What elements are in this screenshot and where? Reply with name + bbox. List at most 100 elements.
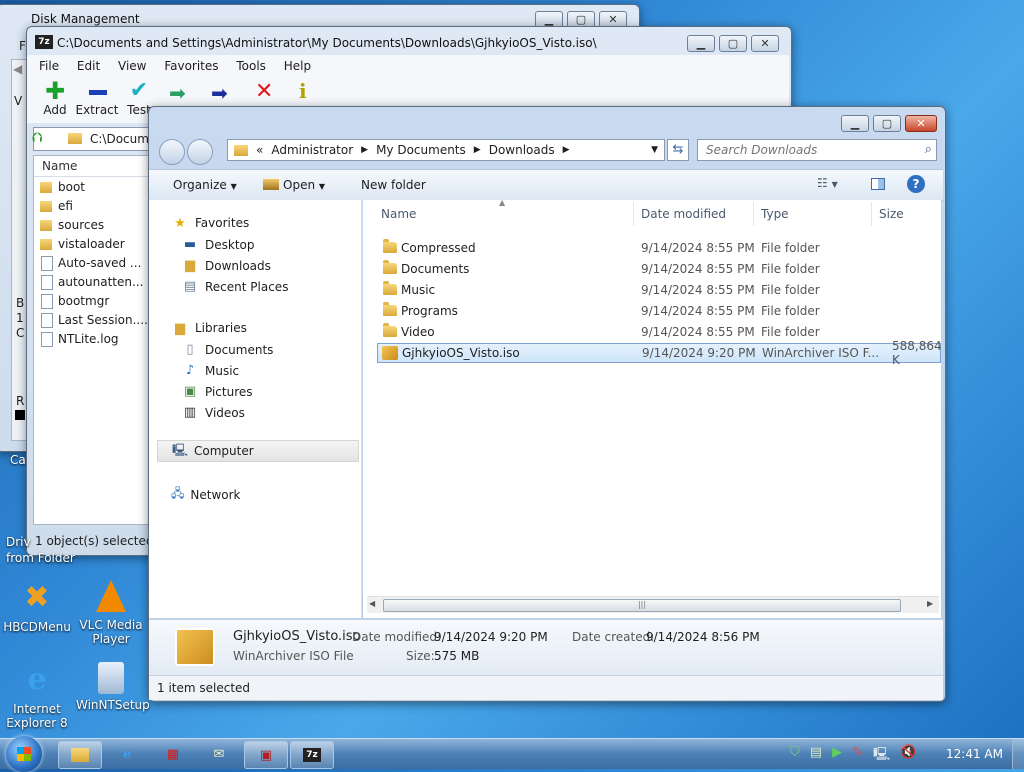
menu-view[interactable]: View (118, 59, 146, 73)
list-item[interactable]: sources (34, 216, 150, 235)
taskbar-explorer-button[interactable] (58, 741, 102, 769)
nav-music[interactable]: ♪ Music (171, 360, 361, 381)
add-button[interactable]: ✚ Add (39, 79, 71, 117)
list-item[interactable]: Auto-saved ... (34, 254, 150, 273)
security-shield-icon[interactable]: ⛉ (790, 745, 800, 767)
maximize-button[interactable]: ▢ (873, 115, 901, 132)
table-row[interactable]: Compressed 9/14/2024 8:55 PM File folder (377, 238, 941, 258)
copy-arrow-icon[interactable]: ➡ (169, 81, 186, 105)
type-column-header[interactable]: Type (761, 202, 789, 226)
up-folder-icon[interactable]: ⮉ (32, 130, 43, 146)
move-arrow-icon[interactable]: ➡ (211, 81, 228, 105)
desktop-icon-internet-explorer[interactable]: e Internet Explorer 8 (2, 662, 72, 730)
side-text-b: B (16, 296, 25, 310)
list-item[interactable]: efi (34, 197, 150, 216)
nav-desktop[interactable]: ▬ Desktop (171, 234, 361, 255)
scroll-left-icon[interactable]: ◀ (369, 599, 375, 608)
desktop-icon-vlc[interactable]: VLC Media Player (76, 580, 146, 646)
table-row[interactable]: Video 9/14/2024 8:55 PM File folder (377, 322, 941, 342)
nav-documents[interactable]: ▯ Documents (171, 339, 361, 360)
table-row[interactable]: Music 9/14/2024 8:55 PM File folder (377, 280, 941, 300)
info-icon[interactable]: i (299, 79, 307, 103)
close-button[interactable]: ✕ (751, 35, 779, 52)
media-play-icon[interactable]: ▶ (832, 745, 842, 767)
breadcrumb-my-documents[interactable]: My Documents (376, 143, 466, 157)
nav-pictures[interactable]: ▣ Pictures (171, 381, 361, 402)
name-column-header[interactable]: Name (42, 159, 77, 173)
desktop-icon-hbcdmenu[interactable]: ✖ HBCDMenu (2, 580, 72, 634)
explorer-window[interactable]: ▁ ▢ ✕ « Administrator ▶ My Documents ▶ Dow… (148, 106, 946, 702)
search-input[interactable] (704, 142, 908, 158)
scroll-thumb[interactable]: ||| (383, 599, 901, 612)
nav-network[interactable]: 🖧 Network (171, 484, 241, 505)
search-box[interactable]: ⌕ (697, 139, 937, 161)
back-arrow-icon[interactable]: ◀ (13, 62, 22, 76)
navigation-pane[interactable]: ★ Favorites ▬ Desktop ▆ Downloads ▤ Recent P… (149, 200, 362, 618)
file-list[interactable]: Name ▲ Date modified Type Size Compresse… (363, 200, 941, 618)
taskbar-7zip-button[interactable]: 7z (290, 741, 334, 769)
list-item[interactable]: autounatten... (34, 273, 150, 292)
menu-edit[interactable]: Edit (77, 59, 100, 73)
date-column-header[interactable]: Date modified (641, 202, 726, 226)
minimize-button[interactable]: ▁ (687, 35, 715, 52)
taskbar-ie-button[interactable]: e (112, 741, 142, 767)
menu-help[interactable]: Help (284, 59, 311, 73)
taskbar-disk-management-button[interactable]: ▣ (244, 741, 288, 769)
help-icon[interactable]: ? (907, 175, 925, 193)
menu-letter[interactable]: F (19, 39, 26, 53)
table-row[interactable]: Programs 9/14/2024 8:55 PM File folder (377, 301, 941, 321)
address-dropdown-icon[interactable]: ▼ (651, 145, 658, 155)
nav-computer[interactable]: 🖳 Computer (157, 440, 359, 462)
volume-muted-icon[interactable]: 🔇 (900, 745, 916, 767)
menu-tools[interactable]: Tools (236, 59, 266, 73)
nav-favorites[interactable]: ★ Favorites (171, 212, 361, 234)
start-button[interactable] (6, 736, 42, 772)
network-tray-icon[interactable]: 🖳 (873, 745, 890, 767)
name-column-header[interactable]: Name (381, 202, 416, 226)
breadcrumb-overflow[interactable]: « (256, 143, 263, 157)
list-item[interactable]: NTLite.log (34, 330, 150, 349)
organize-button[interactable]: Organize ▼ (173, 178, 237, 192)
desktop-icon-winntsetup[interactable]: WinNTSetup (76, 662, 150, 712)
list-item[interactable]: vistaloader (34, 235, 150, 254)
list-item[interactable]: boot (34, 178, 150, 197)
menu-favorites[interactable]: Favorites (164, 59, 218, 73)
close-button[interactable]: ✕ (905, 115, 937, 132)
table-row[interactable]: Documents 9/14/2024 8:55 PM File folder (377, 259, 941, 279)
address-bar[interactable]: « Administrator ▶ My Documents ▶ Downloads… (227, 139, 665, 161)
breadcrumb-downloads[interactable]: Downloads (489, 143, 555, 157)
menu-file[interactable]: File (39, 59, 59, 73)
taskbar-app-button[interactable]: ▦ (158, 741, 188, 767)
size-column-header[interactable]: Size (879, 202, 904, 226)
delete-x-icon[interactable]: ✕ (255, 79, 273, 104)
horizontal-scrollbar[interactable]: ◀ ||| ▶ (367, 596, 939, 613)
maximize-button[interactable]: ▢ (719, 35, 747, 52)
open-button[interactable]: Open ▼ (263, 178, 325, 192)
taskbar-app-button[interactable]: ✉ (204, 741, 234, 767)
tray-app-icon[interactable]: ✎ (852, 745, 863, 767)
cell-type: File folder (761, 325, 820, 339)
nav-libraries[interactable]: ▆ Libraries (171, 317, 361, 339)
refresh-button[interactable]: ⇆ (667, 139, 689, 161)
view-options-icon[interactable]: ☷ ▼ (817, 176, 838, 190)
extract-button[interactable]: Extract (75, 79, 119, 117)
back-button[interactable] (159, 139, 185, 165)
clock[interactable]: 12:41 AM (946, 747, 1003, 761)
nav-recent-places[interactable]: ▤ Recent Places (171, 276, 361, 297)
forward-button[interactable] (187, 139, 213, 165)
new-folder-button[interactable]: New folder (361, 178, 426, 192)
sevenzip-file-list[interactable]: Name boot efi sources vistaloader Auto-saved… (33, 155, 151, 525)
table-row[interactable]: GjhkyioOS_Visto.iso 9/14/2024 9:20 PM WinA… (377, 339, 941, 367)
minimize-button[interactable]: ▁ (841, 115, 869, 132)
list-item[interactable]: bootmgr (34, 292, 150, 311)
scroll-right-icon[interactable]: ▶ (927, 599, 933, 608)
show-desktop-button[interactable] (1012, 739, 1024, 769)
drive-tray-icon[interactable]: ▤ (810, 745, 822, 767)
nav-videos[interactable]: ▥ Videos (171, 402, 361, 423)
nav-downloads[interactable]: ▆ Downloads (171, 255, 361, 276)
search-icon[interactable]: ⌕ (925, 142, 932, 157)
list-item[interactable]: Last Session.... (34, 311, 150, 330)
preview-pane-icon[interactable] (871, 178, 885, 190)
address-box[interactable]: ⮉ C:\Docume (32, 127, 156, 151)
breadcrumb-administrator[interactable]: Administrator (271, 143, 353, 157)
